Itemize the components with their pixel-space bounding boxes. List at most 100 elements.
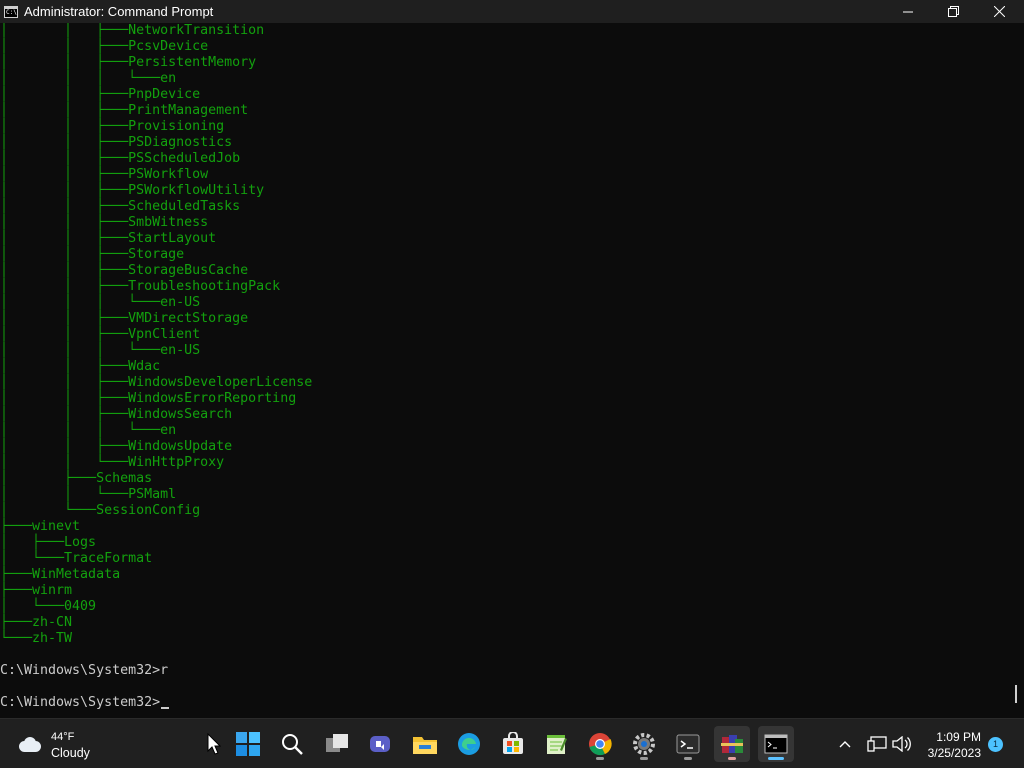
tree-line: │ └───TraceFormat <box>0 551 153 566</box>
settings-button[interactable] <box>626 726 662 762</box>
tree-line: │ │ │ └───en-US <box>0 343 201 358</box>
restore-icon <box>947 6 959 17</box>
search-icon <box>282 734 303 755</box>
taskbar: 44°F Cloudy 1:09 PM 3/25/2023 1 <box>0 718 1024 768</box>
cloud-icon <box>16 737 42 753</box>
terminal-icon <box>676 734 700 754</box>
terminal-button[interactable] <box>670 726 706 762</box>
tree-line: │ │ ├───SmbWitness <box>0 215 209 230</box>
clock-date: 3/25/2023 <box>927 746 981 760</box>
prompt-line: C:\Windows\System32>r <box>0 663 169 678</box>
running-indicator <box>728 757 736 760</box>
tree-line: │ │ ├───PcsvDevice <box>0 39 209 54</box>
tree-line: │ │ ├───WindowsDeveloperLicense <box>0 375 313 390</box>
tree-line: │ │ ├───VpnClient <box>0 327 201 342</box>
tree-line: │ │ │ └───en <box>0 71 177 86</box>
tree-line: │ ├───Logs <box>0 535 97 550</box>
window-title: Administrator: Command Prompt <box>24 4 214 19</box>
terminal-output[interactable]: │ │ ├───NetworkTransition │ │ ├───PcsvDev… <box>0 23 1015 718</box>
tree-line: │ │ ├───PersistentMemory <box>0 55 257 70</box>
notepad-icon <box>547 735 567 754</box>
restore-button[interactable] <box>930 0 976 23</box>
tree-line: │ │ ├───WindowsSearch <box>0 407 233 422</box>
scrollbar-thumb[interactable] <box>1015 685 1017 703</box>
running-indicator <box>640 757 648 760</box>
windows-logo-icon <box>236 732 260 756</box>
tree-line: ├───WinMetadata <box>0 567 121 582</box>
task-view-icon <box>326 734 348 752</box>
tree-line: │ │ ├───PSWorkflow <box>0 167 209 182</box>
archive-icon <box>721 735 743 753</box>
store-button[interactable] <box>495 726 531 762</box>
file-explorer-button[interactable] <box>407 726 443 762</box>
tree-line: │ │ ├───NetworkTransition <box>0 23 265 38</box>
cmd-icon: C:\ <box>4 5 18 18</box>
vertical-scrollbar[interactable] <box>1015 23 1024 718</box>
command-prompt-input[interactable]: C:\Windows\System32> <box>0 695 160 711</box>
tree-line: │ │ ├───PSScheduledJob <box>0 151 241 166</box>
task-view-button[interactable] <box>319 726 355 762</box>
chrome-button[interactable] <box>582 726 618 762</box>
tree-line: │ └───0409 <box>0 599 97 614</box>
volume-button[interactable] <box>889 719 915 768</box>
tree-line: └───zh-TW <box>0 631 73 646</box>
edge-button[interactable] <box>451 726 487 762</box>
tree-line: ├───zh-CN <box>0 615 73 630</box>
tree-line: │ └───SessionConfig <box>0 503 201 518</box>
tree-line: │ │ └───WinHttpProxy <box>0 455 225 470</box>
tree-line: │ │ ├───StorageBusCache <box>0 263 249 278</box>
chrome-icon <box>589 733 612 756</box>
tree-line: │ │ ├───StartLayout <box>0 231 217 246</box>
text-cursor <box>161 707 169 709</box>
minimize-button[interactable] <box>885 0 931 23</box>
tree-line: ├───winevt <box>0 519 81 534</box>
notepad-plus-button[interactable] <box>538 726 574 762</box>
gear-icon <box>633 733 655 755</box>
show-hidden-icons-button[interactable] <box>832 719 858 768</box>
tree-line: │ │ ├───TroubleshootingPack <box>0 279 281 294</box>
volume-icon <box>892 736 911 752</box>
tree-line: │ │ ├───Provisioning <box>0 119 225 134</box>
weather-condition: Cloudy <box>51 746 90 760</box>
tree-line: │ ├───Schemas <box>0 471 153 486</box>
running-indicator <box>596 757 604 760</box>
tree-line: │ │ ├───PSWorkflowUtility <box>0 183 265 198</box>
network-button[interactable] <box>864 719 890 768</box>
notification-badge[interactable]: 1 <box>988 737 1003 752</box>
tree-line: │ │ ├───PSDiagnostics <box>0 135 233 150</box>
edge-icon <box>458 733 480 755</box>
tree-line: │ │ ├───Storage <box>0 247 185 262</box>
tree-line: │ │ ├───PrintManagement <box>0 103 249 118</box>
tree-line: │ │ ├───VMDirectStorage <box>0 311 249 326</box>
close-icon <box>993 6 1005 17</box>
clock-time: 1:09 PM <box>936 730 981 744</box>
weather-temperature: 44°F <box>51 731 75 743</box>
command-prompt-button[interactable] <box>758 726 794 762</box>
store-icon <box>503 732 523 754</box>
active-indicator <box>768 757 784 760</box>
tree-line: │ │ ├───WindowsUpdate <box>0 439 233 454</box>
chevron-up-icon <box>839 741 851 748</box>
tree-line: │ │ ├───WindowsErrorReporting <box>0 391 297 406</box>
teams-icon <box>370 736 390 752</box>
cmd-icon <box>764 734 788 754</box>
tree-line: │ │ │ └───en <box>0 423 177 438</box>
weather-widget[interactable]: 44°F Cloudy <box>16 729 90 761</box>
close-button[interactable] <box>976 0 1022 23</box>
tree-line: │ │ ├───ScheduledTasks <box>0 199 241 214</box>
network-icon <box>867 736 887 752</box>
title-bar[interactable]: C:\ Administrator: Command Prompt <box>0 0 1024 23</box>
search-button[interactable] <box>274 726 310 762</box>
winrar-button[interactable] <box>714 726 750 762</box>
minimize-icon <box>903 11 913 12</box>
teams-chat-button[interactable] <box>362 726 398 762</box>
start-button[interactable] <box>230 726 266 762</box>
tree-line: │ │ └───PSMaml <box>0 487 177 502</box>
tree-line: ├───winrm <box>0 583 73 598</box>
clock[interactable]: 1:09 PM 3/25/2023 <box>915 729 981 761</box>
tree-line: │ │ ├───Wdac <box>0 359 161 374</box>
tree-line: │ │ │ └───en-US <box>0 295 201 310</box>
tree-line: │ │ ├───PnpDevice <box>0 87 201 102</box>
mouse-pointer-icon <box>207 733 221 755</box>
folder-icon <box>413 737 437 754</box>
